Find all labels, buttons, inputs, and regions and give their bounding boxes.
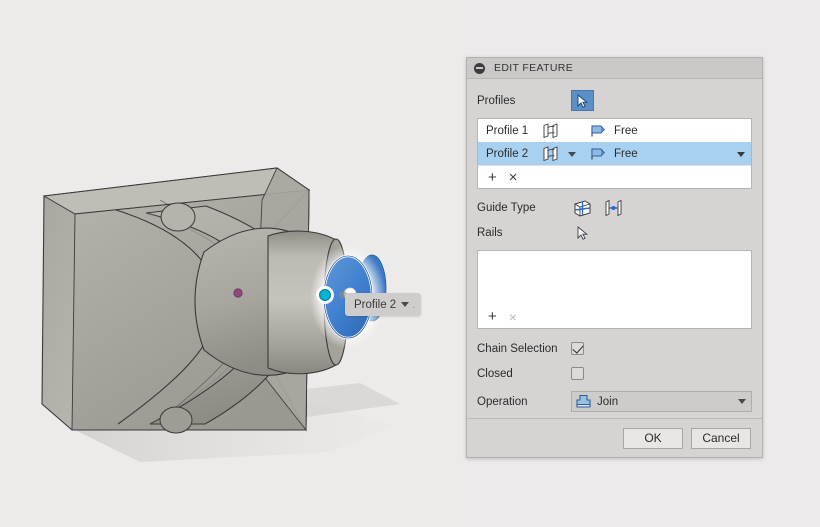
guide-type-label: Guide Type xyxy=(477,201,536,214)
remove-profile-button[interactable]: × xyxy=(509,170,518,185)
rails-label: Rails xyxy=(477,226,503,239)
chevron-down-icon[interactable] xyxy=(738,399,746,404)
closed-checkbox[interactable] xyxy=(571,367,584,380)
profiles-list[interactable]: Profile 1 Free Profile 2 Free + × xyxy=(477,118,752,189)
profile-name: Profile 2 xyxy=(486,147,529,160)
join-operation-icon xyxy=(576,394,591,408)
operation-value: Join xyxy=(597,395,619,408)
rails-list-tools: + × xyxy=(478,305,751,328)
operation-row: Operation Join xyxy=(477,389,752,414)
table-row[interactable]: Profile 1 Free xyxy=(478,119,751,142)
rails-row: Rails xyxy=(477,220,752,245)
chevron-down-icon[interactable] xyxy=(401,302,410,307)
loft-profile-icon xyxy=(542,122,568,139)
edit-feature-dialog[interactable]: EDIT FEATURE Profiles Profile 1 Free Pro… xyxy=(466,57,763,458)
canvas-selection-label: Profile 2 xyxy=(354,298,397,311)
profile-chain-caret[interactable] xyxy=(568,148,590,160)
profile-condition-caret[interactable] xyxy=(731,148,751,160)
table-row[interactable]: Profile 2 Free xyxy=(478,142,751,165)
chain-selection-row: Chain Selection xyxy=(477,336,752,361)
ok-button[interactable]: OK xyxy=(623,427,683,449)
viewport-3d-canvas[interactable]: Profile 2 . xyxy=(0,0,466,527)
guide-type-row: Guide Type xyxy=(477,195,752,220)
dialog-body: Profiles Profile 1 Free Profile 2 Free +… xyxy=(467,79,762,414)
rails-guide-icon[interactable] xyxy=(571,198,593,218)
cursor-arrow-icon xyxy=(577,93,588,108)
cad-model-graphic xyxy=(41,167,400,462)
free-flag-icon xyxy=(590,147,614,161)
chain-selection-label: Chain Selection xyxy=(477,342,558,355)
add-rail-button[interactable]: + xyxy=(488,309,497,324)
closed-label: Closed xyxy=(477,367,513,380)
chain-selection-checkbox[interactable] xyxy=(571,342,584,355)
dialog-title: EDIT FEATURE xyxy=(494,62,574,74)
profile-name: Profile 1 xyxy=(486,124,529,137)
badge-tail-text: . xyxy=(412,298,416,311)
remove-rail-button[interactable]: × xyxy=(509,310,517,324)
operation-dropdown[interactable]: Join xyxy=(571,391,752,412)
dialog-footer: OK Cancel xyxy=(467,418,762,457)
dialog-header[interactable]: EDIT FEATURE xyxy=(467,58,762,79)
canvas-selection-badge[interactable]: Profile 2 . xyxy=(345,293,422,316)
profile-condition: Free xyxy=(614,147,638,160)
collapse-icon[interactable] xyxy=(474,62,485,74)
profiles-list-tools: + × xyxy=(478,165,751,188)
profiles-label: Profiles xyxy=(477,94,516,107)
closed-row: Closed xyxy=(477,361,752,386)
add-profile-button[interactable]: + xyxy=(488,170,497,185)
centerline-guide-icon[interactable] xyxy=(602,198,624,218)
loft-profile-icon xyxy=(542,145,568,162)
rails-list[interactable]: + × xyxy=(477,250,752,329)
profiles-row: Profiles xyxy=(477,88,752,113)
cancel-button[interactable]: Cancel xyxy=(691,427,751,449)
operation-label: Operation xyxy=(477,395,528,408)
cursor-arrow-icon xyxy=(577,225,588,240)
profile-condition: Free xyxy=(614,124,638,137)
rails-select-button[interactable] xyxy=(571,222,594,243)
free-flag-icon xyxy=(590,124,614,138)
profiles-select-button[interactable] xyxy=(571,90,594,111)
